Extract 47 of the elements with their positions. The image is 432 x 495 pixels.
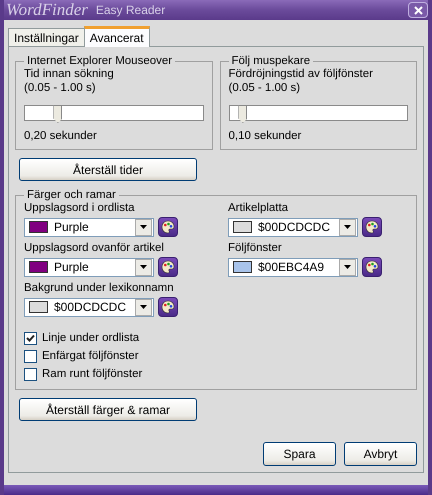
group-title: Följ muspekare xyxy=(230,55,312,67)
checkbox-label[interactable]: Linje under ordlista xyxy=(42,331,140,345)
field-label: Följfönster xyxy=(228,241,283,255)
palette-icon xyxy=(161,300,175,314)
range-label: (0.05 - 1.00 s) xyxy=(228,81,302,95)
palette-button[interactable] xyxy=(158,257,178,277)
checkbox[interactable] xyxy=(24,350,37,362)
group-title: Internet Explorer Mouseover xyxy=(26,55,174,67)
palette-icon xyxy=(161,220,175,234)
dialog-button[interactable]: Avbryt xyxy=(344,442,417,466)
checkbox-label[interactable]: Ram runt följfönster xyxy=(42,367,142,381)
slider-label: Fördröjningstid av följfönster xyxy=(228,67,374,81)
slider-thumb[interactable] xyxy=(238,105,248,123)
window-title: Easy Reader xyxy=(96,3,166,17)
tab[interactable]: Inställningar xyxy=(8,28,85,46)
range-label: (0.05 - 1.00 s) xyxy=(24,81,97,95)
palette-icon xyxy=(365,220,379,234)
palette-icon xyxy=(365,260,379,274)
palette-icon xyxy=(161,260,175,274)
close-icon xyxy=(414,6,422,14)
slider-value: 0,20 sekunder xyxy=(24,129,98,143)
field-label: Uppslagsord ovanför artikel xyxy=(24,241,165,255)
reset-colors-button[interactable]: Återställ färger & ramar xyxy=(19,398,197,421)
slider-thumb[interactable] xyxy=(53,105,62,123)
reset-times-button[interactable]: Återställ tider xyxy=(19,158,197,181)
slider-value: 0,10 sekunder xyxy=(228,129,302,143)
color-dropdown[interactable]: $00EBC4A9 xyxy=(228,258,358,276)
checkbox-label[interactable]: Enfärgat följfönster xyxy=(42,349,139,363)
slider-label: Tid innan sökning xyxy=(24,67,115,81)
palette-button[interactable] xyxy=(158,217,178,237)
checkbox[interactable] xyxy=(24,368,37,380)
palette-button[interactable] xyxy=(362,257,382,277)
color-dropdown[interactable]: $00DCDCDC xyxy=(24,298,154,316)
color-dropdown[interactable]: $00DCDCDC xyxy=(228,218,358,236)
field-label: Uppslagsord i ordlista xyxy=(24,201,136,215)
palette-button[interactable] xyxy=(362,217,382,237)
close-button[interactable] xyxy=(408,2,428,18)
checkbox[interactable] xyxy=(24,332,37,344)
tab[interactable]: Avancerat xyxy=(84,26,150,47)
field-label: Artikelplatta xyxy=(228,201,290,215)
dialog-button[interactable]: Spara xyxy=(263,442,336,466)
color-dropdown[interactable]: Purple xyxy=(24,258,154,276)
group-title: Färger och ramar xyxy=(26,189,117,201)
app-logo: WordFinder xyxy=(6,0,88,20)
palette-button[interactable] xyxy=(158,297,178,317)
field-label: Bakgrund under lexikonnamn xyxy=(24,281,175,295)
color-dropdown[interactable]: Purple xyxy=(24,218,154,236)
